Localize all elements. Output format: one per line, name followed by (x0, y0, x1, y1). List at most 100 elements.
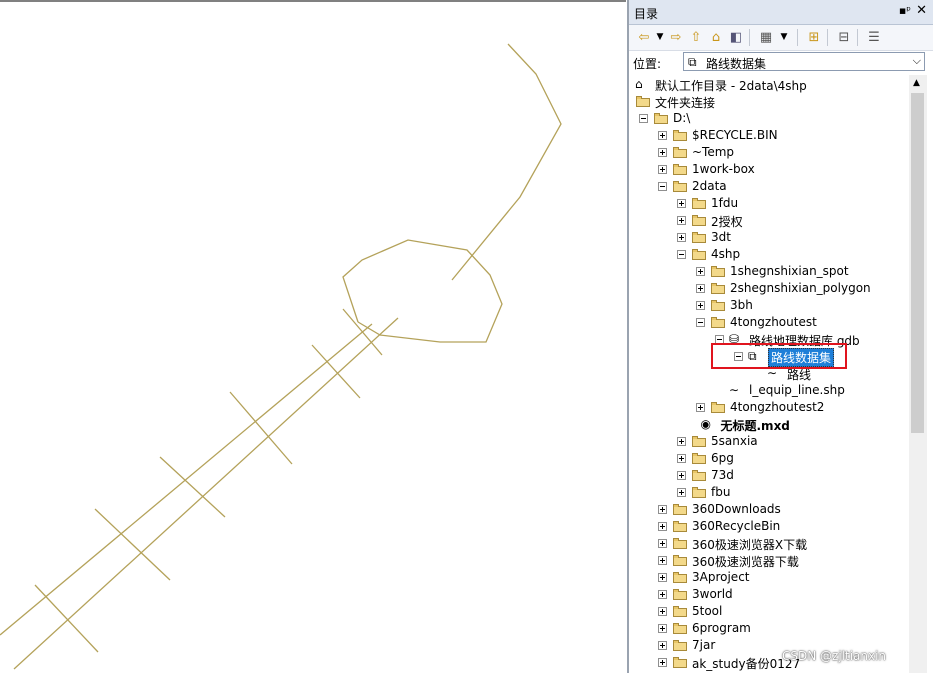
location-combobox[interactable]: ⧉ 路线数据集 ⌵ (683, 52, 925, 71)
tree-item[interactable]: 360RecycleBin (629, 518, 909, 535)
tree-item-label: 360RecycleBin (692, 519, 781, 533)
tree-item[interactable]: 3world (629, 586, 909, 603)
tree-item[interactable]: 4tongzhoutest (629, 314, 909, 331)
expand-icon[interactable] (658, 658, 667, 667)
expand-icon[interactable] (658, 590, 667, 599)
tree-item[interactable]: 2shegnshixian_polygon (629, 280, 909, 297)
expand-icon[interactable] (696, 267, 705, 276)
forward-arrow-icon[interactable]: ⇨ (667, 28, 685, 46)
home-icon[interactable]: ⌂ (707, 28, 725, 46)
tree-item-label: 360极速浏览器下载 (692, 555, 799, 569)
tree-item[interactable]: 2授权 (629, 212, 909, 229)
collapse-icon[interactable] (639, 114, 648, 123)
tree-view-icon[interactable]: ⊟ (835, 28, 853, 46)
catalog-titlebar[interactable]: 目录 ▪ᵖ ✕ (629, 0, 933, 25)
tree-item[interactable]: 3bh (629, 297, 909, 314)
expand-icon[interactable] (677, 454, 686, 463)
expand-icon[interactable] (677, 437, 686, 446)
expand-icon[interactable] (677, 216, 686, 225)
tree-item[interactable]: ◉ 无标题.mxd (629, 416, 909, 433)
expand-icon[interactable] (658, 165, 667, 174)
expand-icon[interactable] (658, 573, 667, 582)
folder-icon (710, 298, 726, 312)
view-grid-icon[interactable]: ▦ (757, 28, 775, 46)
dropdown-icon[interactable]: ▼ (775, 28, 793, 46)
chevron-down-icon[interactable]: ⌵ (913, 54, 921, 68)
details-icon[interactable]: ☰ (865, 28, 883, 46)
route-line-upper (451, 43, 562, 281)
tree-scrollbar[interactable]: ▲ (909, 75, 927, 673)
folder-icon (710, 264, 726, 278)
tree-item[interactable]: 3Aproject (629, 569, 909, 586)
expand-icon[interactable] (677, 471, 686, 480)
tree-item[interactable]: 1work-box (629, 161, 909, 178)
folder-icon (672, 604, 688, 618)
tree-item-label: 3bh (730, 298, 753, 312)
tree-item[interactable]: 5sanxia (629, 433, 909, 450)
tree-item[interactable]: ⌂ 默认工作目录 - 2data\4shp (629, 76, 909, 93)
scroll-up-icon[interactable]: ▲ (913, 78, 920, 88)
tree-item[interactable]: 4tongzhoutest2 (629, 399, 909, 416)
expand-icon[interactable] (658, 607, 667, 616)
expand-icon[interactable] (696, 284, 705, 293)
up-folder-icon[interactable]: ⇧ (687, 28, 705, 46)
expand-icon[interactable] (658, 131, 667, 140)
tree-item[interactable]: 6program (629, 620, 909, 637)
location-value: 路线数据集 (706, 57, 767, 71)
connect-icon[interactable]: ◧ (727, 28, 745, 46)
tree-item-label: 360极速浏览器X下载 (692, 538, 808, 552)
highlight-box (711, 343, 847, 369)
expand-icon[interactable] (696, 301, 705, 310)
expand-icon[interactable] (677, 199, 686, 208)
tree-item-label: 4shp (711, 247, 741, 261)
tree-item[interactable]: 2data (629, 178, 909, 195)
expand-icon[interactable] (658, 522, 667, 531)
expand-icon[interactable] (658, 539, 667, 548)
tree-item[interactable]: fbu (629, 484, 909, 501)
collapse-icon[interactable] (677, 250, 686, 259)
tree-item-label: 3dt (711, 230, 731, 244)
folder-icon (710, 315, 726, 329)
tree-item[interactable]: 360极速浏览器下载 (629, 552, 909, 569)
tree-item[interactable]: ∼ l_equip_line.shp (629, 382, 909, 399)
expand-icon[interactable] (677, 488, 686, 497)
folder-icon (653, 111, 669, 125)
tree-item[interactable]: 1fdu (629, 195, 909, 212)
tree-item[interactable]: 73d (629, 467, 909, 484)
tree-item[interactable]: 文件夹连接 (629, 93, 909, 110)
tree-item[interactable]: D:\ (629, 110, 909, 127)
tree-item-label: 360Downloads (692, 502, 781, 516)
pin-icon[interactable]: ▪ᵖ (899, 4, 911, 17)
map-view[interactable] (0, 0, 626, 673)
tree-item[interactable]: 6pg (629, 450, 909, 467)
folder-icon (691, 434, 707, 448)
tree-item[interactable]: ~Temp (629, 144, 909, 161)
tree-item[interactable]: $RECYCLE.BIN (629, 127, 909, 144)
tree-item-label: 3Aproject (692, 570, 750, 584)
tree-item-label: D:\ (673, 111, 691, 125)
folder-icon (672, 638, 688, 652)
expand-icon[interactable] (658, 148, 667, 157)
new-item-icon[interactable]: ⊞ (805, 28, 823, 46)
tree-item[interactable]: 360极速浏览器X下载 (629, 535, 909, 552)
close-icon[interactable]: ✕ (916, 3, 927, 18)
expand-icon[interactable] (696, 403, 705, 412)
tree-item[interactable]: 1shegnshixian_spot (629, 263, 909, 280)
tree-item-label: $RECYCLE.BIN (692, 128, 778, 142)
expand-icon[interactable] (658, 624, 667, 633)
cross-tick (94, 508, 171, 581)
tree-item-label: 无标题.mxd (720, 419, 790, 433)
scroll-thumb[interactable] (911, 93, 924, 433)
tree-item-label: 6pg (711, 451, 734, 465)
tree-item[interactable]: 3dt (629, 229, 909, 246)
expand-icon[interactable] (677, 233, 686, 242)
expand-icon[interactable] (658, 641, 667, 650)
folder-icon (691, 485, 707, 499)
expand-icon[interactable] (658, 505, 667, 514)
expand-icon[interactable] (658, 556, 667, 565)
collapse-icon[interactable] (658, 182, 667, 191)
tree-item[interactable]: 5tool (629, 603, 909, 620)
tree-item[interactable]: 4shp (629, 246, 909, 263)
collapse-icon[interactable] (696, 318, 705, 327)
tree-item[interactable]: 360Downloads (629, 501, 909, 518)
